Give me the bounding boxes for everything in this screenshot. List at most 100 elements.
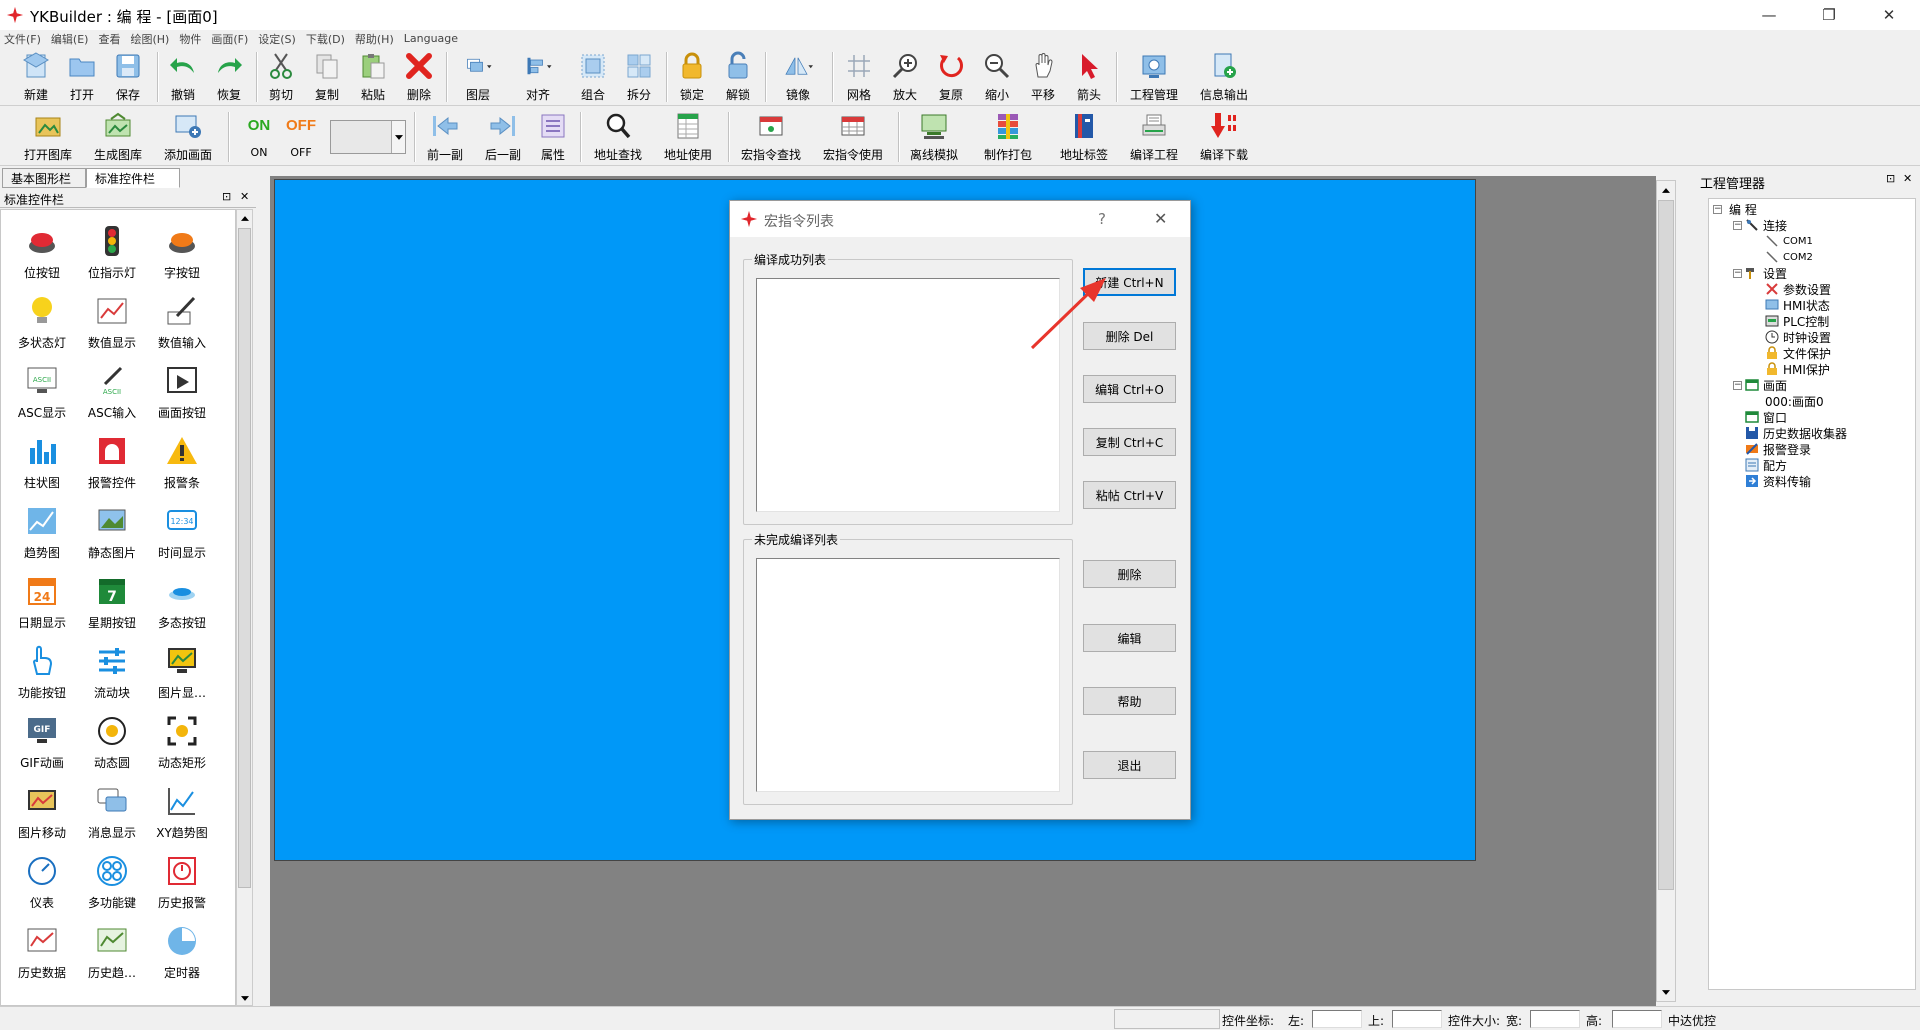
prev-screen-button[interactable]: 前一副 (420, 111, 470, 163)
control-static-picture[interactable]: 静态图片 (77, 500, 147, 566)
tree-item-connect[interactable]: 连接 (1745, 217, 1787, 233)
cut-button[interactable]: 剪切 (258, 51, 304, 103)
tree-item-settings[interactable]: 设置 (1745, 265, 1787, 281)
macro-use-button[interactable]: 宏指令使用 (820, 111, 886, 163)
control-palette-scrollbar[interactable] (236, 209, 253, 1006)
tree-item-screen[interactable]: 画面 (1745, 377, 1787, 393)
menu-screen[interactable]: 画面(F) (211, 31, 248, 47)
copy-button[interactable]: 复制 (304, 51, 350, 103)
control-dynamic-rectangle[interactable]: 动态矩形 (147, 710, 217, 776)
control-screen-button[interactable]: 画面按钮 (147, 360, 217, 426)
menu-download[interactable]: 下载(D) (306, 31, 345, 47)
dialog-close-icon[interactable]: ✕ (1154, 209, 1167, 228)
tree-item-history[interactable]: 历史数据收集器 (1745, 425, 1847, 441)
collapse-icon[interactable]: − (1733, 381, 1742, 390)
control-picture-move[interactable]: 图片移动 (7, 780, 77, 846)
control-time-display[interactable]: 12:34 时间显示 (147, 500, 217, 566)
tree-item-hmi-status[interactable]: HMI状态 (1765, 297, 1830, 313)
properties-button[interactable]: 属性 (530, 111, 576, 163)
tab-basic-shapes[interactable]: 基本图形栏 (2, 168, 86, 188)
control-number-input[interactable]: 数值输入 (147, 290, 217, 356)
exit-button[interactable]: 退出 (1083, 751, 1176, 779)
tab-standard-controls[interactable]: 标准控件栏 (86, 168, 180, 188)
control-timer[interactable]: 定时器 (147, 920, 217, 986)
control-meter[interactable]: 仪表 (7, 850, 77, 916)
paste-macro-button[interactable]: 粘帖 Ctrl+V (1083, 481, 1176, 509)
tree-item-window[interactable]: 窗口 (1745, 409, 1787, 425)
control-multi-state-lamp[interactable]: 多状态灯 (7, 290, 77, 356)
restore-button[interactable]: ❐ (1800, 0, 1858, 30)
arrow-button[interactable]: 箭头 (1066, 51, 1112, 103)
tree-item-screen0[interactable]: 000:画面0 (1765, 393, 1824, 409)
control-picture-display[interactable]: 图片显… (147, 640, 217, 706)
offline-sim-button[interactable]: 离线模拟 (906, 111, 962, 163)
menu-settings[interactable]: 设定(S) (258, 31, 296, 47)
control-bar-graph[interactable]: 柱状图 (7, 430, 77, 496)
collapse-icon[interactable]: − (1713, 205, 1722, 214)
control-word-button[interactable]: 字按钮 (147, 220, 217, 286)
tree-root[interactable]: 编 程 (1729, 201, 1757, 217)
control-message-display[interactable]: 消息显示 (77, 780, 147, 846)
tree-item-hmi-protect[interactable]: HMI保护 (1765, 361, 1830, 377)
close-button[interactable]: ✕ (1860, 0, 1918, 30)
control-number-display[interactable]: 数值显示 (77, 290, 147, 356)
address-use-button[interactable]: 地址使用 (660, 111, 716, 163)
menu-object[interactable]: 物件 (179, 31, 201, 47)
pin-icon[interactable]: ⊡ (222, 190, 231, 203)
collapse-icon[interactable]: − (1733, 221, 1742, 230)
paste-button[interactable]: 粘贴 (350, 51, 396, 103)
panel-close-icon[interactable]: ✕ (240, 190, 249, 203)
menu-view[interactable]: 查看 (98, 31, 120, 47)
undo-button[interactable]: 撤销 (160, 51, 206, 103)
pin-icon[interactable]: ⊡ (1886, 172, 1895, 185)
control-trend-graph[interactable]: 趋势图 (7, 500, 77, 566)
on-button[interactable]: ON ON (236, 111, 282, 163)
menu-language[interactable]: Language (404, 32, 458, 45)
control-week-button[interactable]: 7 星期按钮 (77, 570, 147, 636)
scroll-down-icon[interactable] (1658, 985, 1674, 999)
screen-select-dropdown[interactable] (330, 120, 406, 154)
control-flow-block[interactable]: 流动块 (77, 640, 147, 706)
pan-button[interactable]: 平移 (1020, 51, 1066, 103)
open-library-button[interactable]: 打开图库 (20, 111, 76, 163)
tree-item-alarm[interactable]: 报警登录 (1745, 441, 1811, 457)
uncompiled-list[interactable] (756, 558, 1060, 792)
help-button[interactable]: 帮助 (1083, 687, 1176, 715)
tree-item-plc[interactable]: PLC控制 (1765, 313, 1829, 329)
control-alarm[interactable]: 报警控件 (77, 430, 147, 496)
scroll-thumb[interactable] (238, 228, 251, 888)
scroll-up-icon[interactable] (1658, 183, 1674, 197)
ungroup-button[interactable]: 拆分 (616, 51, 662, 103)
tree-item-clock[interactable]: 时钟设置 (1765, 329, 1831, 345)
address-find-button[interactable]: 地址查找 (590, 111, 646, 163)
pack-button[interactable]: 制作打包 (980, 111, 1036, 163)
delete-button[interactable]: 删除 (396, 51, 442, 103)
compile-download-button[interactable]: 编译下载 (1196, 111, 1252, 163)
generate-library-button[interactable]: 生成图库 (90, 111, 146, 163)
group-button[interactable]: 组合 (570, 51, 616, 103)
layer-button[interactable]: 图层 (448, 51, 508, 103)
control-asc-input[interactable]: ASCII ASC输入 (77, 360, 147, 426)
redo-button[interactable]: 恢复 (206, 51, 252, 103)
control-multi-function-key[interactable]: 多功能键 (77, 850, 147, 916)
tree-item-file-protect[interactable]: 文件保护 (1765, 345, 1831, 361)
minimize-button[interactable]: — (1740, 0, 1798, 30)
tree-item-param[interactable]: 参数设置 (1765, 281, 1831, 297)
help-icon[interactable]: ? (1098, 210, 1106, 228)
panel-close-icon[interactable]: ✕ (1903, 172, 1912, 185)
zoom-in-button[interactable]: 放大 (882, 51, 928, 103)
menu-edit[interactable]: 编辑(E) (51, 31, 89, 47)
grid-button[interactable]: 网格 (836, 51, 882, 103)
reset-zoom-button[interactable]: 复原 (928, 51, 974, 103)
add-screen-button[interactable]: 添加画面 (160, 111, 216, 163)
delete-uncompiled-button[interactable]: 删除 (1083, 560, 1176, 588)
canvas-scroll-thumb[interactable] (1658, 200, 1674, 890)
edit-uncompiled-button[interactable]: 编辑 (1083, 624, 1176, 652)
control-asc-display[interactable]: ASCII ASC显示 (7, 360, 77, 426)
off-button[interactable]: OFF OFF (278, 111, 324, 163)
save-button[interactable]: 保存 (105, 51, 151, 103)
collapse-icon[interactable]: − (1733, 269, 1742, 278)
menu-file[interactable]: 文件(F) (4, 31, 41, 47)
tree-item-transfer[interactable]: 资料传输 (1745, 473, 1811, 489)
control-gif-animation[interactable]: GIF GIF动画 (7, 710, 77, 776)
